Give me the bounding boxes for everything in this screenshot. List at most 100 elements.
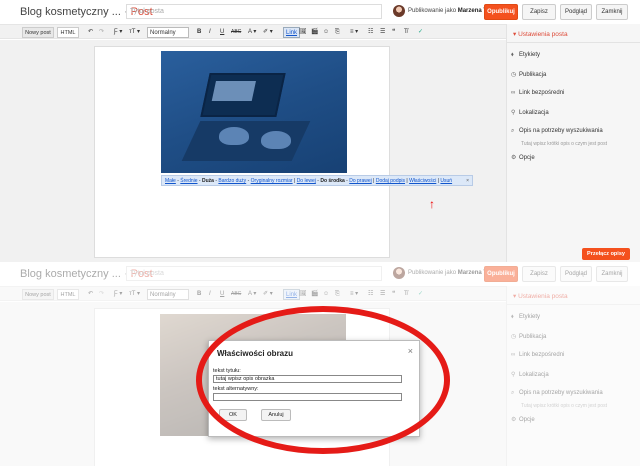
link-button[interactable]: Link [283, 289, 301, 300]
post-title-input[interactable]: Tytuł posta [126, 266, 382, 281]
align-left-link[interactable]: Do lewej [297, 178, 316, 184]
redo-icon[interactable]: ↷ [99, 289, 104, 300]
emoji-icon[interactable]: ☺ [323, 27, 329, 38]
align-icon[interactable]: ≡ ▾ [350, 27, 358, 38]
close-button[interactable]: Zamknij [596, 4, 628, 20]
close-button[interactable]: Zamknij [596, 266, 628, 282]
close-icon[interactable]: × [408, 346, 413, 356]
spellcheck-icon[interactable]: ✓ [418, 289, 423, 300]
link-button[interactable]: Link [283, 27, 301, 38]
publish-button[interactable]: Opublikuj [484, 4, 518, 20]
sidebar-item-options[interactable]: ⚙ Opcje [511, 154, 535, 161]
size-medium-link[interactable]: Średnie [180, 178, 197, 184]
remove-link[interactable]: Usuń [440, 178, 452, 184]
underline-button[interactable]: U [220, 289, 224, 300]
numbered-list-icon[interactable]: ☷ [368, 289, 373, 300]
video-icon[interactable]: 🎬 [311, 289, 318, 300]
font-icon[interactable]: Ƒ ▾ [114, 289, 122, 300]
italic-button[interactable]: I [209, 289, 211, 300]
highlight-icon[interactable]: ✐ ▾ [263, 289, 273, 300]
sidebar-item-publication[interactable]: ◷ Publikacja [511, 71, 546, 78]
html-mode-button[interactable]: HTML [57, 27, 79, 38]
sidebar-item-publication[interactable]: ◷ Publikacja [511, 333, 546, 340]
jump-break-icon[interactable]: ⎘ [335, 289, 340, 300]
post-title-input[interactable]: Tytuł posta [126, 4, 382, 19]
align-center-link[interactable]: Do środka [320, 178, 344, 184]
align-right-link[interactable]: Do prawej [349, 178, 372, 184]
alt-text-input[interactable] [213, 393, 402, 401]
properties-link[interactable]: Właściwości [409, 178, 436, 184]
sidebar-item-search-description[interactable]: ⌕ Opis na potrzeby wyszukiwania [511, 128, 603, 135]
sidebar-item-search-description[interactable]: ⌕ Opis na potrzeby wyszukiwania [511, 390, 603, 397]
size-xlarge-link[interactable]: Bardzo duży [218, 178, 246, 184]
save-button[interactable]: Zapisz [522, 266, 556, 282]
post-image[interactable] [161, 51, 347, 173]
image-icon[interactable]: 🖼 [299, 289, 307, 300]
translate-button[interactable]: Przełącz opisy [582, 248, 630, 260]
close-icon[interactable]: × [466, 176, 469, 186]
italic-button[interactable]: I [209, 27, 211, 38]
cancel-button[interactable]: Anuluj [261, 409, 291, 421]
numbered-list-icon[interactable]: ☷ [368, 27, 373, 38]
clear-format-icon[interactable]: T̸ [404, 289, 408, 300]
strike-button[interactable]: ABC [231, 289, 241, 300]
jump-break-icon[interactable]: ⎘ [335, 27, 340, 38]
compose-mode-button[interactable]: Nowy post [22, 27, 54, 38]
undo-icon[interactable]: ↶ [88, 289, 93, 300]
avatar[interactable] [393, 267, 405, 279]
avatar[interactable] [393, 5, 405, 17]
sidebar-item-location[interactable]: ⚲ Lokalizacja [511, 371, 549, 378]
clear-format-icon[interactable]: T̸ [404, 27, 408, 38]
post-settings-heading[interactable]: ▾ Ustawienia posta [513, 292, 568, 300]
sidebar-item-label: Link bezpośredni [519, 352, 565, 358]
text-color-icon[interactable]: A ▾ [248, 27, 256, 38]
image-icon[interactable]: 🖼 [299, 27, 307, 38]
text-color-icon[interactable]: A ▾ [248, 289, 256, 300]
sidebar-item-labels[interactable]: ⬧ Etykiety [511, 314, 540, 321]
hand-graphic [219, 127, 249, 145]
sidebar-item-options[interactable]: ⚙ Opcje [511, 416, 535, 423]
sidebar-item-location[interactable]: ⚲ Lokalizacja [511, 109, 549, 116]
strike-button[interactable]: ABC [231, 27, 241, 38]
underline-button[interactable]: U [220, 27, 224, 38]
sidebar-item-permalink[interactable]: ∞ Link bezpośredni [511, 90, 564, 96]
bold-button[interactable]: B [197, 27, 201, 38]
format-select[interactable]: Normalny [147, 289, 189, 300]
emoji-icon[interactable]: ☺ [323, 289, 329, 300]
sidebar-item-label: Opcje [519, 417, 535, 423]
align-icon[interactable]: ≡ ▾ [350, 289, 358, 300]
html-mode-button[interactable]: HTML [57, 289, 79, 300]
publish-button[interactable]: Opublikuj [484, 266, 518, 282]
preview-button[interactable]: Podgląd [560, 266, 592, 282]
size-large-link[interactable]: Duża [202, 178, 214, 184]
red-arrow-annotation: ↑ [429, 197, 435, 211]
title-text-input[interactable]: tutaj wpisz opis obrazka [213, 375, 402, 383]
post-settings-heading[interactable]: ▾ Ustawienia posta [513, 30, 568, 38]
post-canvas[interactable]: Małe - Średnie - Duża - Bardzo duży - Or… [94, 46, 473, 258]
compose-mode-button[interactable]: Nowy post [22, 289, 54, 300]
save-button[interactable]: Zapisz [522, 4, 556, 20]
quote-icon[interactable]: ❝ [392, 27, 395, 38]
sidebar-item-permalink[interactable]: ∞ Link bezpośredni [511, 352, 564, 358]
size-original-link[interactable]: Oryginalny rozmiar [251, 178, 293, 184]
bold-button[interactable]: B [197, 289, 201, 300]
quote-icon[interactable]: ❝ [392, 289, 395, 300]
hand-graphic [261, 131, 291, 149]
top-bar: Blog kosmetyczny ... · Post Tytuł posta … [0, 0, 640, 24]
font-size-icon[interactable]: ᴛT ▾ [129, 289, 140, 300]
preview-button[interactable]: Podgląd [560, 4, 592, 20]
bulleted-list-icon[interactable]: ☰ [380, 289, 385, 300]
spellcheck-icon[interactable]: ✓ [418, 27, 423, 38]
size-small-link[interactable]: Małe [165, 178, 176, 184]
redo-icon[interactable]: ↷ [99, 27, 104, 38]
bulleted-list-icon[interactable]: ☰ [380, 27, 385, 38]
highlight-icon[interactable]: ✐ ▾ [263, 27, 273, 38]
font-size-icon[interactable]: ᴛT ▾ [129, 27, 140, 38]
add-caption-link[interactable]: Dodaj podpis [376, 178, 405, 184]
format-select[interactable]: Normalny [147, 27, 189, 38]
video-icon[interactable]: 🎬 [311, 27, 318, 38]
font-icon[interactable]: Ƒ ▾ [114, 27, 122, 38]
ok-button[interactable]: OK [219, 409, 247, 421]
undo-icon[interactable]: ↶ [88, 27, 93, 38]
sidebar-item-labels[interactable]: ⬧ Etykiety [511, 52, 540, 59]
